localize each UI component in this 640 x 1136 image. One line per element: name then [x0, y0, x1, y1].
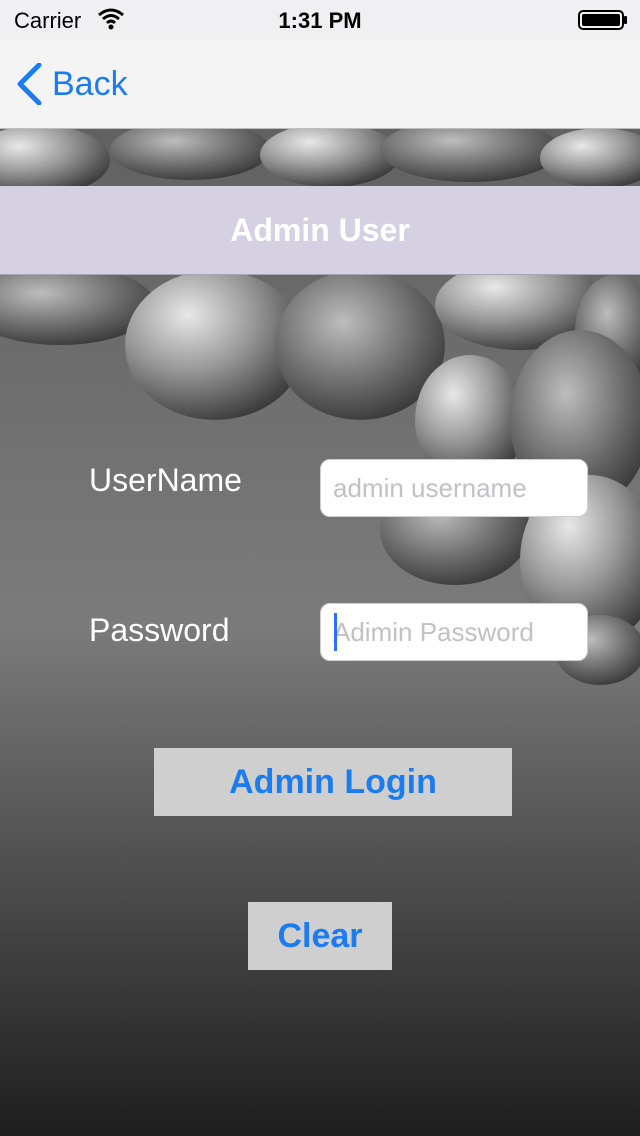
battery-icon — [578, 10, 628, 30]
clock-time: 1:31 PM — [278, 8, 362, 33]
admin-login-screen: Carrier 1:31 PM Back Admin User UserName… — [0, 0, 640, 1136]
back-button[interactable]: Back — [16, 62, 128, 106]
clear-button[interactable]: Clear — [248, 902, 392, 970]
password-input[interactable] — [320, 603, 588, 661]
chevron-left-icon — [17, 63, 42, 105]
page-title: Admin User — [230, 212, 410, 248]
navigation-bar: Back — [0, 40, 640, 129]
back-button-label: Back — [52, 64, 128, 103]
status-bar: Carrier 1:31 PM — [0, 0, 640, 40]
admin-login-button[interactable]: Admin Login — [154, 748, 512, 816]
text-cursor — [334, 613, 337, 651]
title-banner: Admin User — [0, 186, 640, 275]
username-input[interactable] — [320, 459, 588, 517]
password-label: Password — [89, 612, 230, 648]
username-label: UserName — [89, 462, 242, 498]
